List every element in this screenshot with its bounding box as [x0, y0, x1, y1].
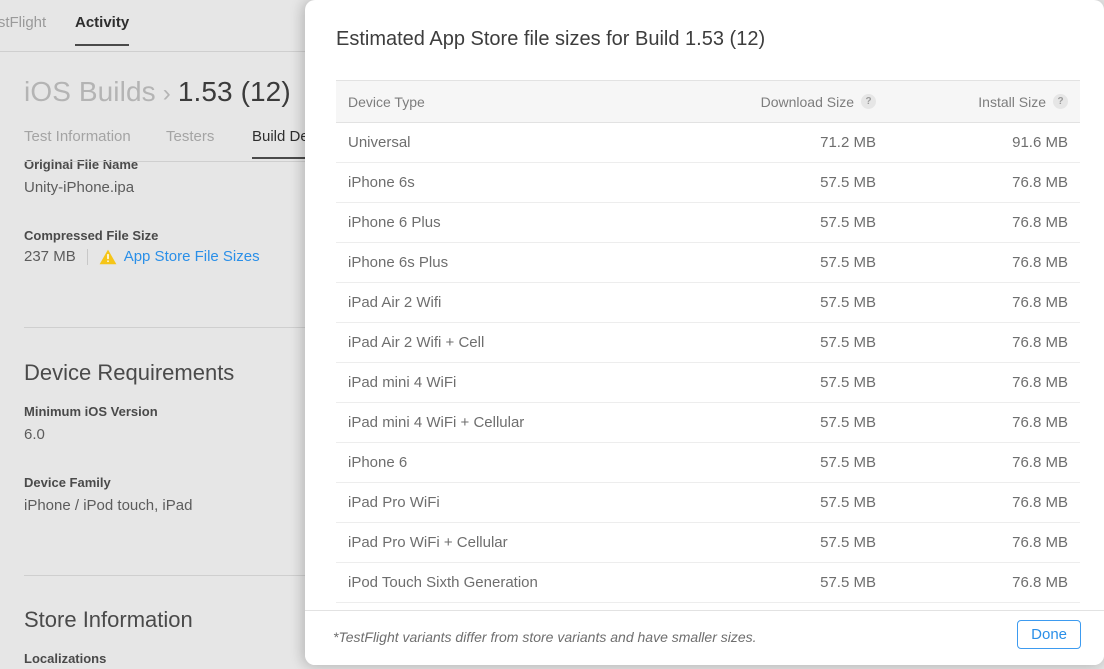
table-row: iPad Air 2 Wifi + Cell 57.5 MB 76.8 MB: [336, 322, 1080, 363]
cell-download-size: 57.5 MB: [676, 322, 888, 363]
file-sizes-table-scroll[interactable]: Device Type Download Size ? Install Size: [336, 80, 1080, 610]
cell-device-type: iPad mini 4 WiFi + Cellular: [336, 402, 676, 443]
column-header-download-size-label: Download Size: [760, 93, 854, 110]
table-row: iPhone 6s Plus 57.5 MB 76.8 MB: [336, 242, 1080, 283]
table-row: iPhone 6 57.5 MB 76.8 MB: [336, 442, 1080, 483]
cell-device-type: iPad Pro WiFi + Cellular: [336, 522, 676, 563]
table-header: Device Type Download Size ? Install Size: [336, 80, 1080, 123]
cell-device-type: iPad Air 2 Wifi + Cell: [336, 322, 676, 363]
cell-download-size: 57.5 MB: [676, 562, 888, 603]
table-header-row: Device Type Download Size ? Install Size: [336, 80, 1080, 123]
table-row: iPhone 6s 57.5 MB 76.8 MB: [336, 162, 1080, 203]
dialog-title: Estimated App Store file sizes for Build…: [336, 28, 766, 50]
cell-download-size: 57.5 MB: [676, 242, 888, 283]
modal-backdrop: Estimated App Store file sizes for Build…: [0, 0, 1104, 669]
cell-install-size: 76.8 MB: [888, 562, 1080, 603]
column-header-install-size: Install Size ?: [888, 80, 1080, 123]
cell-download-size: 71.2 MB: [676, 122, 888, 163]
table-row: iPhone 6 Plus 57.5 MB 76.8 MB: [336, 202, 1080, 243]
cell-device-type: iPhone 6s: [336, 162, 676, 203]
column-header-install-size-label: Install Size: [978, 93, 1046, 110]
column-header-device-type: Device Type: [336, 80, 676, 123]
cell-install-size: 76.8 MB: [888, 522, 1080, 563]
cell-download-size: 57.5 MB: [676, 202, 888, 243]
column-header-device-type-label: Device Type: [348, 93, 425, 110]
cell-device-type: iPhone 6 Plus: [336, 202, 676, 243]
help-icon-download-size[interactable]: ?: [861, 94, 876, 109]
cell-install-size: 76.8 MB: [888, 162, 1080, 203]
cell-install-size: 76.8 MB: [888, 322, 1080, 363]
cell-device-type: Universal: [336, 122, 676, 163]
footer-note: *TestFlight variants differ from store v…: [333, 629, 757, 645]
table-body: Universal 71.2 MB 91.6 MB iPhone 6s 57.5 MB 7…: [336, 122, 1080, 603]
cell-download-size: 57.5 MB: [676, 162, 888, 203]
cell-device-type: iPad mini 4 WiFi: [336, 362, 676, 403]
cell-install-size: 76.8 MB: [888, 482, 1080, 523]
cell-install-size: 76.8 MB: [888, 202, 1080, 243]
table-row: iPad mini 4 WiFi 57.5 MB 76.8 MB: [336, 362, 1080, 403]
file-sizes-table: Device Type Download Size ? Install Size: [336, 80, 1080, 603]
cell-download-size: 57.5 MB: [676, 482, 888, 523]
cell-device-type: iPhone 6s Plus: [336, 242, 676, 283]
cell-device-type: iPod Touch Sixth Generation: [336, 562, 676, 603]
help-icon-install-size[interactable]: ?: [1053, 94, 1068, 109]
cell-device-type: iPad Pro WiFi: [336, 482, 676, 523]
cell-device-type: iPad Air 2 Wifi: [336, 282, 676, 323]
table-row: iPad Pro WiFi 57.5 MB 76.8 MB: [336, 482, 1080, 523]
done-button[interactable]: Done: [1017, 620, 1081, 649]
app-store-file-sizes-dialog: Estimated App Store file sizes for Build…: [305, 0, 1104, 665]
cell-install-size: 76.8 MB: [888, 282, 1080, 323]
table-row: Universal 71.2 MB 91.6 MB: [336, 122, 1080, 163]
table-row: iPad Pro WiFi + Cellular 57.5 MB 76.8 MB: [336, 522, 1080, 563]
table-row: iPad Air 2 Wifi 57.5 MB 76.8 MB: [336, 282, 1080, 323]
cell-install-size: 76.8 MB: [888, 362, 1080, 403]
cell-install-size: 76.8 MB: [888, 402, 1080, 443]
cell-download-size: 57.5 MB: [676, 362, 888, 403]
cell-download-size: 57.5 MB: [676, 282, 888, 323]
column-header-download-size: Download Size ?: [676, 80, 888, 123]
dialog-footer: *TestFlight variants differ from store v…: [305, 610, 1104, 665]
cell-download-size: 57.5 MB: [676, 522, 888, 563]
cell-install-size: 91.6 MB: [888, 122, 1080, 163]
cell-install-size: 76.8 MB: [888, 242, 1080, 283]
table-row: iPod Touch Sixth Generation 57.5 MB 76.8 M…: [336, 562, 1080, 603]
cell-install-size: 76.8 MB: [888, 442, 1080, 483]
table-row: iPad mini 4 WiFi + Cellular 57.5 MB 76.8 M…: [336, 402, 1080, 443]
cell-download-size: 57.5 MB: [676, 402, 888, 443]
cell-device-type: iPhone 6: [336, 442, 676, 483]
cell-download-size: 57.5 MB: [676, 442, 888, 483]
